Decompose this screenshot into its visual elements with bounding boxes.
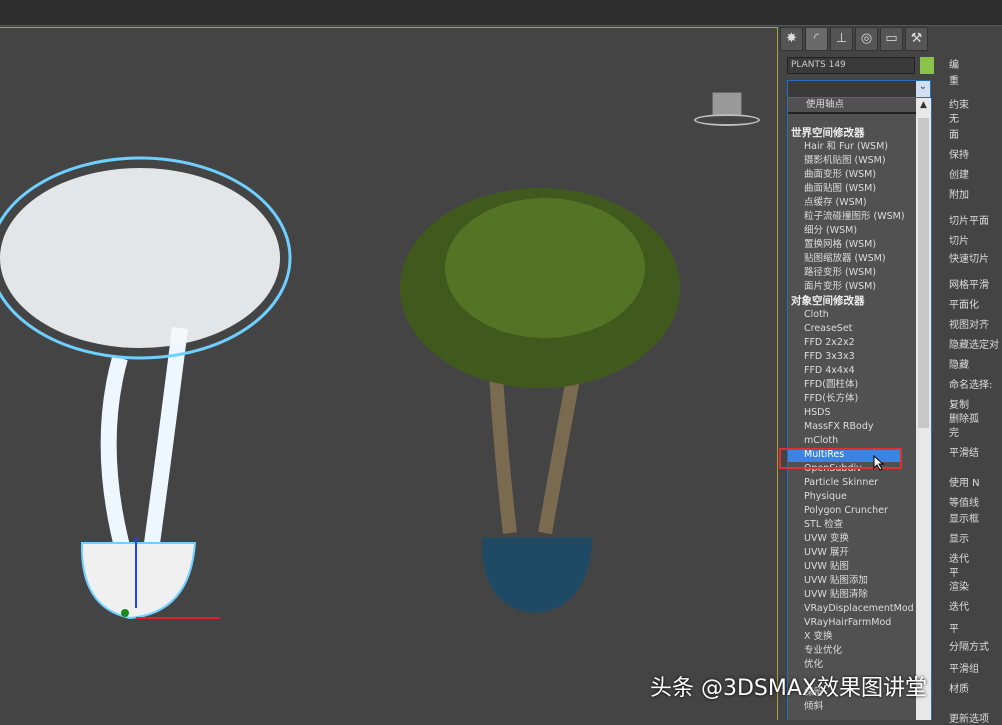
list-item[interactable]: Physique [788,490,931,504]
list-item[interactable]: 摄影机贴图 (WSM) [788,154,931,168]
rollout-item[interactable]: 平滑结 [949,444,979,459]
rollout-item[interactable]: 复制 [949,396,969,411]
list-item[interactable]: 曲面贴图 (WSM) [788,182,931,196]
rollout-item[interactable]: 平滑组 [949,660,979,675]
list-item[interactable]: VRayHairFarmMod [788,616,931,630]
rollout-item[interactable]: 保持 [949,146,969,161]
list-item[interactable]: UVW 贴图 [788,560,931,574]
group-header: 对象空间修改器 [788,294,931,308]
list-item[interactable]: UVW 贴图清除 [788,588,931,602]
scene-plants [0,28,778,721]
rollout-item[interactable]: 切片 [949,232,969,247]
list-item[interactable]: FFD 2x2x2 [788,336,931,350]
rollout-item[interactable]: 平面化 [949,296,979,311]
rollout-item[interactable]: 渲染 [949,578,969,593]
rollout-item[interactable]: 视图对齐 [949,316,989,331]
create-tab[interactable]: ✸ [780,27,803,51]
watermark: 头条 @3DSMAX效果图讲堂 [650,670,927,702]
list-item[interactable]: FFD(长方体) [788,392,931,406]
rollout-item[interactable]: 更新选项 [949,710,989,725]
list-item[interactable]: FFD 4x4x4 [788,364,931,378]
rollout-item[interactable]: 显示框 [949,510,979,525]
rollout-item[interactable]: 附加 [949,186,969,201]
motion-tab[interactable]: ◎ [855,27,878,51]
rollout-item[interactable]: 网格平滑 [949,276,989,291]
rollout-item[interactable]: 约束 [949,96,969,111]
scrollbar-thumb[interactable] [918,118,929,428]
list-item[interactable]: 粒子流碰撞图形 (WSM) [788,210,931,224]
rollout-item[interactable]: 快速切片 [949,250,989,265]
rollout-item[interactable]: 迭代 [949,598,969,613]
object-color-swatch[interactable] [920,57,934,74]
perspective-viewport[interactable] [0,27,778,720]
modifier-list[interactable]: 使用轴点 世界空间修改器Hair 和 Fur (WSM)摄影机贴图 (WSM)曲… [787,98,932,720]
viewcube-ring[interactable] [694,114,760,126]
list-item[interactable]: 路径变形 (WSM) [788,266,931,280]
rollout-item[interactable]: 使用 N [949,474,980,489]
modify-tab[interactable]: ◜ [805,27,828,51]
list-item[interactable]: VRayDisplacementMod [788,602,931,616]
plant-model [400,188,680,613]
rollout-item[interactable]: 平 [949,564,959,579]
utilities-tab[interactable]: ⚒ [905,27,928,51]
list-item[interactable]: Cloth [788,308,931,322]
rollout-item[interactable]: 分隔方式 [949,638,989,653]
chevron-up-icon[interactable]: ▲ [916,100,931,114]
rollout-item[interactable]: 无 [949,110,959,125]
list-item[interactable]: 置换网格 (WSM) [788,238,931,252]
chevron-down-icon[interactable]: ⌄ [916,81,930,97]
rollout-item[interactable]: 迭代 [949,550,969,565]
rollout-item[interactable]: 面 [949,126,959,141]
list-item[interactable]: STL 检查 [788,518,931,532]
list-item[interactable]: 点缓存 (WSM) [788,196,931,210]
rollout-item[interactable]: 切片平面 [949,212,989,227]
cursor-icon [873,455,885,471]
rollout-item[interactable]: 显示 [949,530,969,545]
list-item[interactable]: X 变换 [788,630,931,644]
list-item[interactable]: Hair 和 Fur (WSM) [788,140,931,154]
list-item[interactable]: 贴图缩放器 (WSM) [788,252,931,266]
viewcube[interactable] [712,92,742,116]
rollout-item[interactable]: 平 [949,620,959,635]
list-item[interactable]: 面片变形 (WSM) [788,280,931,294]
selected-plant-wireframe [0,158,290,618]
list-item[interactable]: 曲面变形 (WSM) [788,168,931,182]
list-item[interactable]: 专业优化 [788,644,931,658]
rollout-item[interactable]: 命名选择: [949,376,992,391]
rollout-item[interactable]: 隐藏 [949,356,969,371]
rollout-item[interactable]: 完 [949,424,959,439]
list-item[interactable]: CreaseSet [788,322,931,336]
list-scrollbar[interactable]: ▲ [916,98,931,720]
list-item[interactable]: UVW 贴图添加 [788,574,931,588]
list-item[interactable]: MassFX RBody [788,420,931,434]
display-tab[interactable]: ▭ [880,27,903,51]
hierarchy-tab[interactable]: ⊥ [830,27,853,51]
rollout-item[interactable]: 创建 [949,166,969,181]
rollout-item[interactable]: 删除孤 [949,410,979,425]
rollout-item[interactable]: 编 [949,56,959,71]
list-item[interactable]: FFD 3x3x3 [788,350,931,364]
top-toolbar [0,0,1002,26]
list-item[interactable]: HSDS [788,406,931,420]
list-item[interactable]: 细分 (WSM) [788,224,931,238]
rollout-item[interactable]: 材质 [949,680,969,695]
list-item[interactable]: 倾斜 [788,700,931,714]
rollout-item[interactable]: 等值线 [949,494,979,509]
list-item[interactable]: 使用轴点 [788,98,931,114]
edit-poly-rollout: 编重约束无面保持创建附加切片平面切片快速切片网格平滑平面化视图对齐隐藏选定对隐藏… [945,50,1002,720]
rollout-item[interactable]: 重 [949,72,959,87]
object-name-field[interactable]: PLANTS 149 [787,57,915,74]
modifier-list-dropdown[interactable]: ⌄ [787,80,931,98]
list-item[interactable]: UVW 变换 [788,532,931,546]
group-header: 世界空间修改器 [788,126,931,140]
list-item[interactable]: UVW 展开 [788,546,931,560]
list-item[interactable]: Particle Skinner [788,476,931,490]
list-item[interactable]: mCloth [788,434,931,448]
rollout-item[interactable]: 隐藏选定对 [949,336,999,351]
list-item[interactable]: Polygon Cruncher [788,504,931,518]
list-item[interactable]: FFD(圆柱体) [788,378,931,392]
